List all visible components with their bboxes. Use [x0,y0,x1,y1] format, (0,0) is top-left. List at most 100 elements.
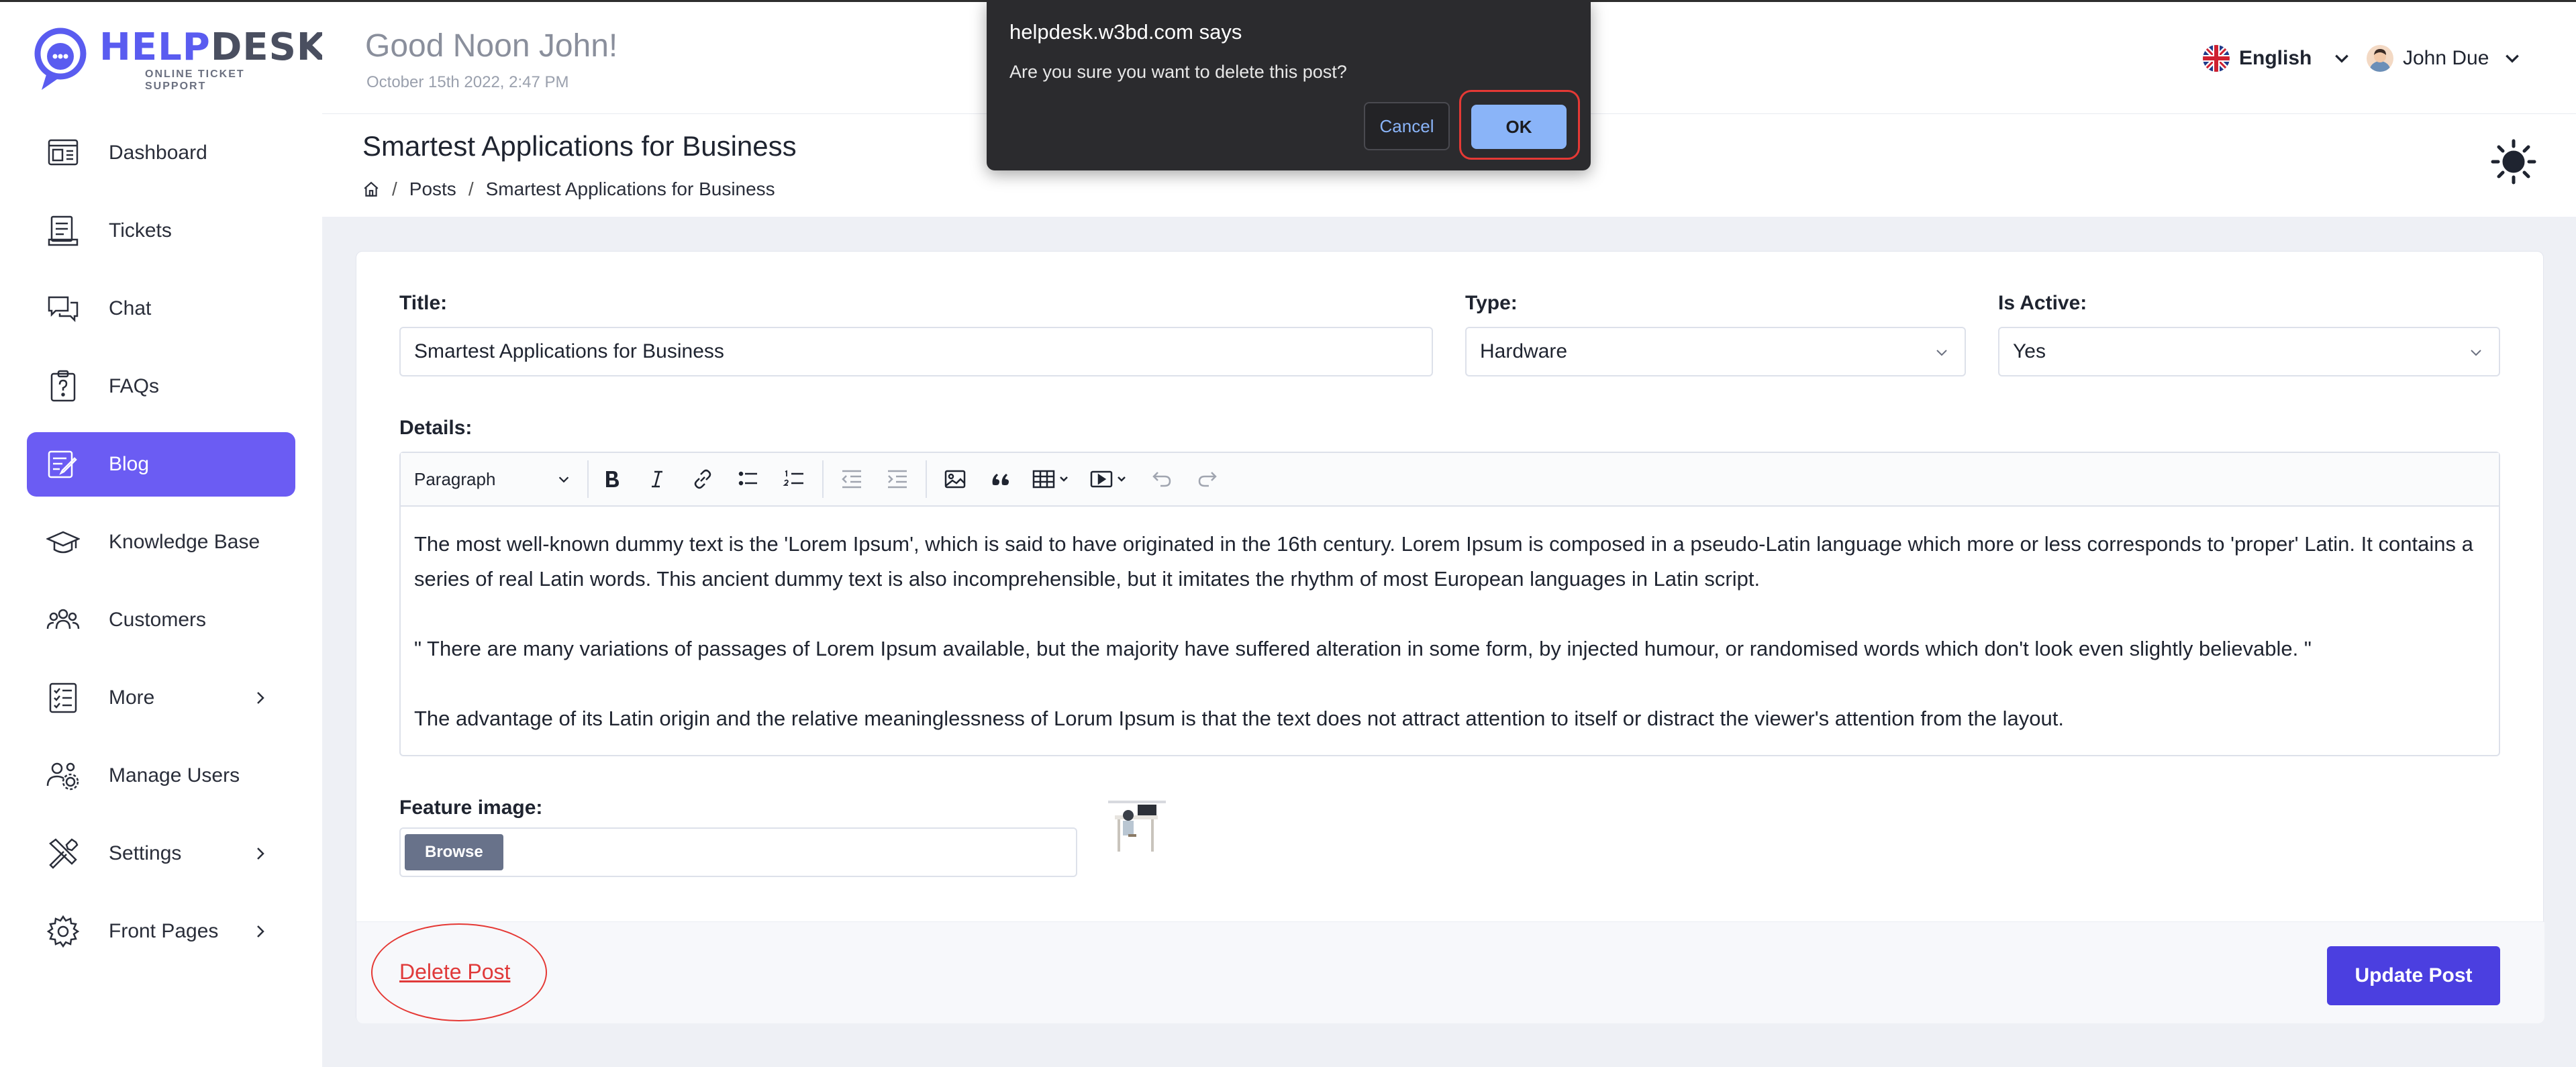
toolbar-separator [822,460,824,498]
logo-chat-icon [34,28,87,90]
undo-button[interactable] [1144,460,1179,498]
title-input[interactable]: Smartest Applications for Business [399,327,1433,376]
sidebar-item-faqs[interactable]: FAQs [27,354,295,419]
editor-paragraph: The most well-known dummy text is the 'L… [414,532,2473,591]
indent-icon [888,470,907,489]
cancel-button[interactable]: Cancel [1364,102,1450,150]
sidebar-item-label: Customers [109,609,207,631]
is-active-select[interactable]: Yes [1998,327,2500,376]
blockquote-button[interactable] [983,460,1018,498]
insert-media-button[interactable] [1087,460,1134,498]
title-label: Title: [399,292,448,314]
sidebar-item-knowledge-base[interactable]: Knowledge Base [27,510,295,574]
gear-icon [46,914,81,949]
graduation-cap-icon [46,525,81,560]
type-label: Type: [1465,292,1518,314]
paragraph-format-select[interactable]: Paragraph [414,460,589,498]
sidebar-item-label: Tickets [109,219,172,242]
browse-button[interactable]: Browse [405,834,503,870]
ticket-icon [46,213,81,248]
confirm-dialog: helpdesk.w3bd.com says Are you sure you … [987,0,1591,170]
sidebar-item-label: Front Pages [109,920,219,942]
chevron-down-icon [2335,54,2349,63]
sidebar-item-label: Chat [109,297,152,319]
media-icon [1090,470,1126,488]
sidebar-item-blog[interactable]: Blog [27,432,295,497]
sidebar-item-label: Knowledge Base [109,531,260,553]
user-menu[interactable]: John Due [2367,45,2521,72]
editor-paragraph: " There are many variations of passages … [414,637,2312,660]
numbered-list-icon [783,470,803,486]
sidebar: HELPDESK ONLINE TICKET SUPPORT Dashboard… [0,0,326,1067]
sidebar-item-manage-users[interactable]: Manage Users [27,744,295,808]
sidebar-item-label: Dashboard [109,142,207,164]
feature-image-input[interactable]: Browse [399,827,1077,877]
breadcrumb-current: Smartest Applications for Business [485,179,775,199]
toolbar-separator [926,460,927,498]
sidebar-item-more[interactable]: More [27,666,295,730]
link-button[interactable] [685,460,720,498]
chat-icon [46,291,81,326]
outdent-button[interactable] [834,460,869,498]
customers-icon [46,603,81,638]
breadcrumb-posts[interactable]: Posts [409,179,456,200]
details-label: Details: [399,417,473,439]
image-icon [944,470,966,489]
format-value: Paragraph [414,468,496,489]
sun-icon[interactable] [2490,138,2537,185]
table-icon [1032,470,1068,489]
user-gear-icon [46,758,81,793]
bullet-list-icon [738,471,757,486]
is-active-label: Is Active: [1998,292,2087,314]
logo[interactable]: HELPDESK ONLINE TICKET SUPPORT [32,26,326,93]
page-title: Smartest Applications for Business [362,130,797,162]
sidebar-item-front-pages[interactable]: Front Pages [27,899,295,964]
sidebar-item-label: FAQs [109,375,160,397]
dialog-message: Are you sure you want to delete this pos… [1009,62,1347,82]
sidebar-item-settings[interactable]: Settings [27,821,295,886]
faq-icon [46,369,81,404]
uk-flag-icon [2203,45,2230,72]
update-post-button[interactable]: Update Post [2327,946,2500,1005]
blog-icon [46,447,81,482]
bullet-list-button[interactable] [731,460,766,498]
chevron-right-icon [257,925,264,937]
sidebar-item-label: More [109,687,155,709]
sidebar-item-chat[interactable]: Chat [27,276,295,341]
feature-image-thumbnail [1108,795,1166,853]
greeting: Good Noon John! [365,28,618,64]
ok-button[interactable]: OK [1471,105,1567,149]
italic-button[interactable] [640,460,675,498]
current-date: October 15th 2022, 2:47 PM [366,73,569,91]
chevron-right-icon [257,848,264,860]
logo-tagline: ONLINE TICKET SUPPORT [145,68,245,92]
editor-content[interactable]: The most well-known dummy text is the 'L… [401,507,2499,791]
chevron-down-icon [558,476,569,483]
language-selector[interactable]: English [2203,45,2350,72]
tools-icon [46,836,81,871]
is-active-value: Yes [2013,340,2046,362]
breadcrumb-separator: / [392,179,397,199]
breadcrumb-separator: / [468,179,474,199]
indent-button[interactable] [880,460,915,498]
type-select[interactable]: Hardware [1465,327,1966,376]
delete-post-link[interactable]: Delete Post [399,960,510,984]
sidebar-item-customers[interactable]: Customers [27,588,295,652]
sidebar-item-dashboard[interactable]: Dashboard [27,121,295,185]
numbered-list-button[interactable] [777,460,811,498]
feature-image-label: Feature image: [399,797,543,819]
chevron-down-icon [2471,350,2481,356]
link-icon [694,469,711,489]
redo-button[interactable] [1190,460,1225,498]
sidebar-item-tickets[interactable]: Tickets [27,199,295,263]
sidebar-nav: Dashboard Tickets Chat FAQs Blog Knowled… [27,121,295,977]
insert-table-button[interactable] [1029,460,1076,498]
chevron-down-icon [2506,54,2520,63]
form-footer: Delete Post Update Post [356,921,2544,1023]
bold-button[interactable] [594,460,629,498]
insert-image-button[interactable] [938,460,973,498]
breadcrumb: / Posts / Smartest Applications for Busi… [362,179,775,200]
language-label: English [2239,47,2312,69]
home-icon[interactable] [362,181,380,198]
list-icon [46,680,81,715]
